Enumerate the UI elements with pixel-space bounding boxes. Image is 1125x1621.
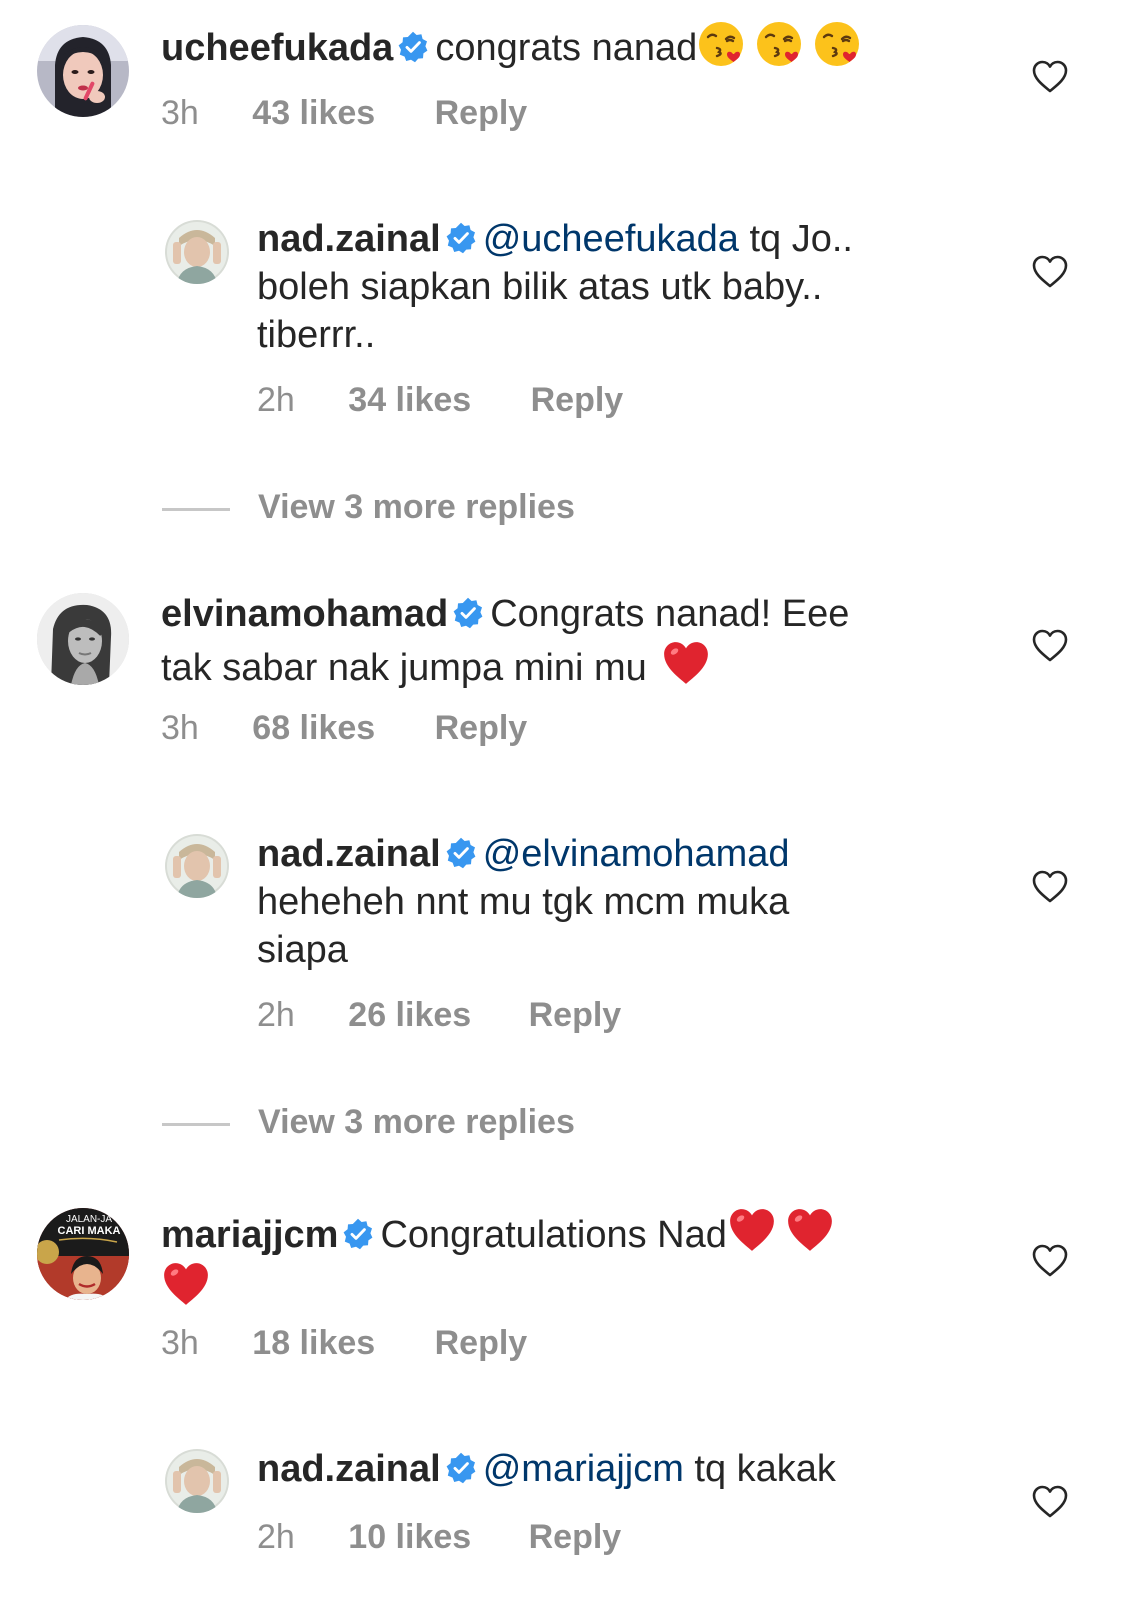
- mention-link[interactable]: @mariajjcm: [483, 1448, 684, 1490]
- timestamp: 3h: [161, 94, 199, 132]
- username[interactable]: nad.zainal: [257, 218, 441, 260]
- avatar-logo-text: CARI MAKA: [58, 1225, 121, 1237]
- username[interactable]: nad.zainal: [257, 833, 441, 875]
- verified-badge-icon: [445, 222, 477, 254]
- comment-text: elvinamohamad Congrats nanad! Eee tak sab…: [161, 590, 951, 692]
- verified-badge-icon: [445, 837, 477, 869]
- kiss-emoji: [813, 20, 861, 68]
- reply-text: nad.zainal @mariajjcm tq kakak: [257, 1445, 957, 1493]
- like-heart-icon[interactable]: [1030, 867, 1070, 907]
- reply-button[interactable]: Reply: [529, 995, 622, 1035]
- timestamp: 2h: [257, 996, 295, 1034]
- reply-button[interactable]: Reply: [531, 380, 624, 420]
- avatar-logo-text: JALAN-JA: [66, 1214, 112, 1225]
- like-heart-icon[interactable]: [1030, 1241, 1070, 1281]
- comment-body: Congratulations Nad: [380, 1214, 727, 1256]
- reply-text: nad.zainal @ucheefukada tq Jo.. boleh sia…: [257, 215, 957, 359]
- like-heart-icon[interactable]: [1030, 57, 1070, 97]
- avatar[interactable]: [37, 25, 129, 117]
- avatar[interactable]: [37, 593, 129, 685]
- timestamp: 3h: [161, 709, 199, 747]
- view-more-replies[interactable]: View 3 more replies: [162, 487, 575, 527]
- reply-button[interactable]: Reply: [435, 93, 528, 133]
- avatar[interactable]: [165, 1449, 229, 1513]
- likes-count[interactable]: 68 likes: [252, 708, 375, 748]
- red-heart-emoji: [785, 1205, 835, 1255]
- red-heart-emoji: [727, 1205, 777, 1255]
- comment-meta: 3h 18 likes Reply: [161, 1323, 527, 1363]
- reply-meta: 2h 34 likes Reply: [257, 380, 623, 420]
- reply-body-line3: tiberrr..: [257, 314, 376, 356]
- comment-meta: 3h 43 likes Reply: [161, 93, 527, 133]
- likes-count[interactable]: 10 likes: [348, 1517, 471, 1557]
- timestamp: 3h: [161, 1324, 199, 1362]
- reply-text: nad.zainal @elvinamohamad heheheh nnt mu …: [257, 830, 957, 974]
- reply-body-line1: tq kakak: [683, 1448, 836, 1490]
- red-heart-emoji: [161, 1259, 211, 1309]
- comment-body: congrats nanad: [435, 27, 698, 69]
- username[interactable]: mariajjcm: [161, 1214, 338, 1256]
- avatar[interactable]: [165, 220, 229, 284]
- reply-body-line3: siapa: [257, 929, 348, 971]
- username[interactable]: elvinamohamad: [161, 593, 448, 635]
- verified-badge-icon: [342, 1218, 374, 1250]
- comment-body-line1: Congrats nanad! Eee: [490, 593, 850, 635]
- reply-body-line2: heheheh nnt mu tgk mcm muka: [257, 881, 790, 923]
- likes-count[interactable]: 26 likes: [348, 995, 471, 1035]
- timestamp: 2h: [257, 1518, 295, 1556]
- verified-badge-icon: [452, 597, 484, 629]
- comment-text: ucheefukada congrats nanad: [161, 20, 951, 72]
- like-heart-icon[interactable]: [1030, 252, 1070, 292]
- like-heart-icon[interactable]: [1030, 626, 1070, 666]
- reply-body-line2: boleh siapkan bilik atas utk baby..: [257, 266, 823, 308]
- kiss-emoji: [755, 20, 803, 68]
- avatar[interactable]: JALAN-JA CARI MAKA: [37, 1208, 129, 1300]
- reply-button[interactable]: Reply: [435, 708, 528, 748]
- reply-meta: 2h 10 likes Reply: [257, 1517, 621, 1557]
- comment-body-line2: tak sabar nak jumpa mini mu: [161, 647, 647, 689]
- mention-link[interactable]: @ucheefukada: [483, 218, 739, 260]
- comment-meta: 3h 68 likes Reply: [161, 708, 527, 748]
- reply-button[interactable]: Reply: [529, 1517, 622, 1557]
- kiss-emoji: [697, 20, 745, 68]
- red-heart-emoji: [661, 638, 711, 688]
- likes-count[interactable]: 18 likes: [252, 1323, 375, 1363]
- reply-button[interactable]: Reply: [435, 1323, 528, 1363]
- reply-body-line1: tq Jo..: [738, 218, 853, 260]
- view-more-label: View 3 more replies: [258, 488, 575, 526]
- mention-link[interactable]: @elvinamohamad: [483, 833, 790, 875]
- divider-line: [162, 1122, 230, 1126]
- avatar[interactable]: [165, 834, 229, 898]
- view-more-label: View 3 more replies: [258, 1103, 575, 1141]
- timestamp: 2h: [257, 381, 295, 419]
- verified-badge-icon: [445, 1452, 477, 1484]
- username[interactable]: ucheefukada: [161, 27, 393, 69]
- likes-count[interactable]: 34 likes: [348, 380, 471, 420]
- divider-line: [162, 507, 230, 511]
- comment-text: mariajjcm Congratulations Nad: [161, 1205, 951, 1309]
- reply-meta: 2h 26 likes Reply: [257, 995, 621, 1035]
- username[interactable]: nad.zainal: [257, 1448, 441, 1490]
- verified-badge-icon: [397, 31, 429, 63]
- view-more-replies[interactable]: View 3 more replies: [162, 1102, 575, 1142]
- like-heart-icon[interactable]: [1030, 1482, 1070, 1522]
- likes-count[interactable]: 43 likes: [252, 93, 375, 133]
